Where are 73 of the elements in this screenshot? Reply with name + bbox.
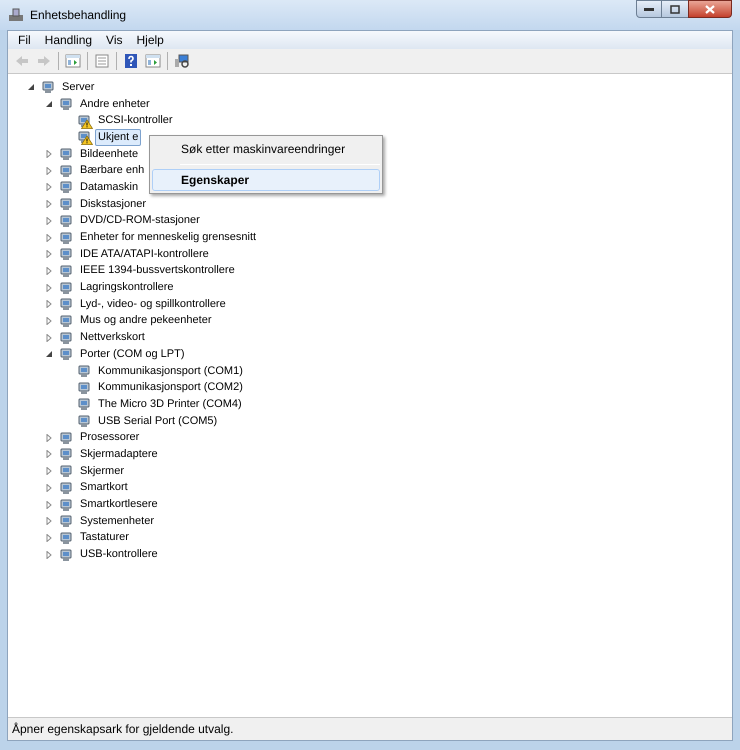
window-title: Enhetsbehandling xyxy=(30,7,126,24)
expand-arrow-icon[interactable] xyxy=(45,266,53,275)
tree-item[interactable]: Lagringskontrollere xyxy=(77,279,177,296)
tree-item[interactable]: Smartkort xyxy=(77,479,131,496)
close-icon xyxy=(705,4,715,14)
minimize-button[interactable] xyxy=(636,0,662,18)
tree-item[interactable]: Diskstasjoner xyxy=(77,196,150,213)
tree-item[interactable]: IDE ATA/ATAPI-kontrollere xyxy=(77,246,212,263)
tree-item[interactable]: The Micro 3D Printer (COM4) xyxy=(95,396,245,413)
help-icon xyxy=(123,53,139,69)
tree-item[interactable]: Ukjent e xyxy=(95,128,142,146)
expand-arrow-icon[interactable] xyxy=(45,166,53,175)
list-icon xyxy=(94,53,110,69)
expand-arrow-icon[interactable] xyxy=(45,216,53,225)
expand-arrow-icon[interactable] xyxy=(45,300,53,308)
expand-arrow-icon[interactable] xyxy=(45,484,53,492)
collapse-arrow-icon[interactable] xyxy=(27,83,35,92)
expand-arrow-icon[interactable] xyxy=(45,467,53,476)
tree-item[interactable]: Kommunikasjonsport (COM1) xyxy=(95,362,246,380)
expand-arrow-icon[interactable] xyxy=(45,234,53,242)
expand-arrow-icon[interactable] xyxy=(45,434,53,442)
panel-icon xyxy=(65,53,81,69)
expand-arrow-icon[interactable] xyxy=(45,517,53,526)
status-text: Åpner egenskapsark for gjeldende utvalg. xyxy=(12,721,234,738)
close-button[interactable] xyxy=(688,0,732,18)
tree-item[interactable]: Andre enheter xyxy=(77,96,153,113)
expand-arrow-icon[interactable] xyxy=(45,250,53,258)
expand-arrow-icon[interactable] xyxy=(45,200,53,208)
tree-item[interactable]: Nettverkskort xyxy=(77,329,148,346)
expand-arrow-icon[interactable] xyxy=(45,534,53,542)
menu-item[interactable]: Vis xyxy=(100,31,128,49)
expand-arrow-icon[interactable] xyxy=(45,316,53,325)
tree-item[interactable]: Server xyxy=(59,78,98,96)
expand-arrow-icon[interactable] xyxy=(45,183,53,192)
tree-item[interactable]: Systemenheter xyxy=(77,512,157,530)
tree-item[interactable]: Smartkortlesere xyxy=(77,496,161,514)
expand-arrow-icon[interactable] xyxy=(45,150,53,158)
tree-item[interactable]: Bildeenhete xyxy=(77,146,142,163)
expand-arrow-icon[interactable] xyxy=(45,284,53,292)
menu-item[interactable]: Fil xyxy=(12,31,37,49)
tree-item[interactable]: IEEE 1394-bussvertskontrollere xyxy=(77,262,238,280)
maximize-button[interactable] xyxy=(662,0,688,18)
minimize-icon xyxy=(644,7,654,11)
collapse-arrow-icon[interactable] xyxy=(45,100,53,108)
expand-arrow-icon[interactable] xyxy=(45,450,53,458)
tree-item[interactable]: USB-kontrollere xyxy=(77,546,161,564)
menu-item[interactable]: Hjelp xyxy=(130,31,170,49)
tree-item[interactable]: DVD/CD-ROM-stasjoner xyxy=(77,212,203,230)
tree-item[interactable]: Enheter for menneskelig grensesnitt xyxy=(77,229,260,246)
expand-arrow-icon[interactable] xyxy=(45,334,53,342)
context-menu-item[interactable]: Egenskaper xyxy=(152,169,380,191)
tree-item[interactable]: Skjermadaptere xyxy=(77,446,161,463)
expand-arrow-icon[interactable] xyxy=(45,500,53,509)
tree-item[interactable]: Kommunikasjonsport (COM2) xyxy=(95,379,246,396)
panel-icon xyxy=(145,53,161,69)
tree-item[interactable]: Tastaturer xyxy=(77,529,132,546)
tree-item[interactable]: Prosessorer xyxy=(77,429,142,446)
forward-arrow-icon xyxy=(36,53,52,69)
tree-item[interactable]: USB Serial Port (COM5) xyxy=(95,412,220,430)
tree-item[interactable]: Porter (COM og LPT) xyxy=(77,346,188,363)
tree-item[interactable]: SCSI-kontroller xyxy=(95,112,176,130)
tree-item[interactable]: Bærbare enh xyxy=(77,162,148,180)
tree-item[interactable]: Lyd-, video- og spillkontrollere xyxy=(77,296,229,313)
expand-arrow-icon[interactable] xyxy=(45,550,53,559)
context-menu-item[interactable]: Søk etter maskinvareendringer xyxy=(152,138,380,160)
tree-item[interactable]: Mus og andre pekeenheter xyxy=(77,312,214,330)
maximize-icon xyxy=(670,4,680,14)
app-icon xyxy=(8,7,24,23)
menu-item[interactable]: Handling xyxy=(38,31,98,49)
tree-item[interactable]: Skjermer xyxy=(77,462,128,480)
collapse-arrow-icon[interactable] xyxy=(45,350,53,358)
tree-item[interactable]: Datamaskin xyxy=(77,178,142,196)
back-arrow-icon xyxy=(14,53,30,69)
